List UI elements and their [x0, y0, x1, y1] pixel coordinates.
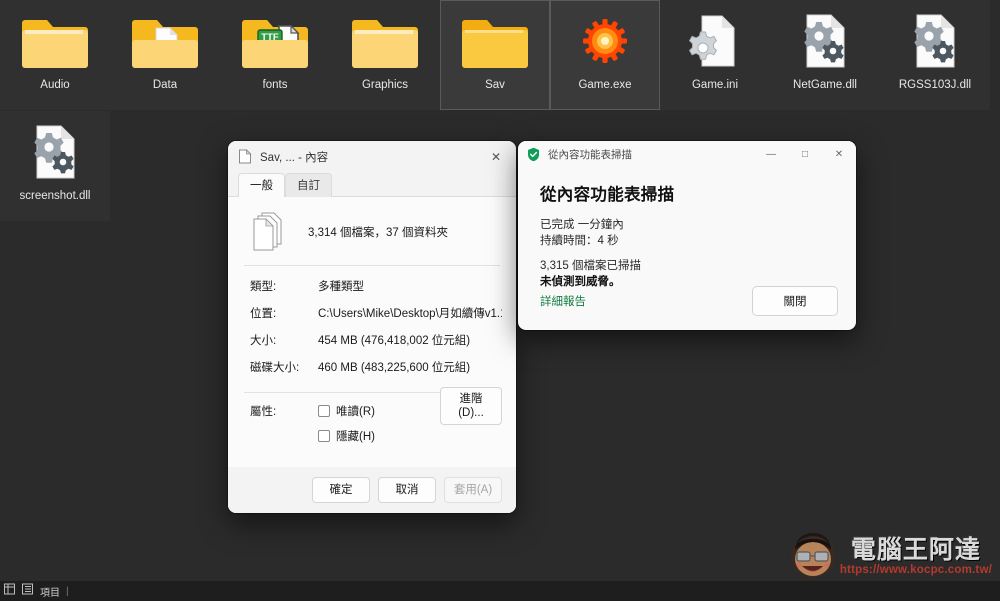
- properties-titlebar[interactable]: Sav, ... - 內容 ✕: [228, 141, 516, 172]
- close-icon[interactable]: ✕: [476, 141, 516, 172]
- scan-status-line: 已完成 一分鐘內: [540, 219, 624, 231]
- desktop-icon-data[interactable]: Data: [110, 0, 220, 110]
- properties-dialog[interactable]: Sav, ... - 內容 ✕ 一般 自訂 3,314 個檔案，37 個資料夾: [228, 141, 516, 513]
- desktop-icon-game-ini[interactable]: Game.ini: [660, 0, 770, 110]
- properties-summary-text: 3,314 個檔案，37 個資料夾: [308, 227, 448, 239]
- checkbox-hidden[interactable]: 隱藏(H): [318, 428, 502, 444]
- desktop-icon-label: fonts: [262, 79, 288, 91]
- folder-icon: [20, 10, 90, 72]
- desktop-icon-rgss103j-dll[interactable]: RGSS103J.dll: [880, 0, 990, 110]
- details-view-icon[interactable]: [4, 582, 16, 600]
- desktop-icon-netgame-dll[interactable]: NetGame.dll: [770, 0, 880, 110]
- watermark-url: https://www.kocpc.com.tw/: [839, 563, 992, 576]
- watermark-text: 電腦王阿達 https://www.kocpc.com.tw/: [840, 536, 992, 577]
- dll-gears-icon: [790, 10, 860, 72]
- desktop-icon-label: screenshot.dll: [19, 190, 91, 202]
- field-type: 類型: 多種類型: [242, 278, 502, 294]
- desktop[interactable]: Audio Data TTF fonts Graphics Sav Game.e…: [0, 0, 1000, 601]
- desktop-icon-game-exe[interactable]: Game.exe: [550, 0, 660, 110]
- scan-duration-line: 持續時間：4 秒: [540, 235, 619, 247]
- minimize-icon[interactable]: —: [754, 141, 788, 167]
- field-label: 類型:: [250, 281, 277, 293]
- document-gear-icon: [680, 10, 750, 72]
- scan-actions: 詳細報告 關閉: [540, 286, 838, 316]
- desktop-icon-graphics[interactable]: Graphics: [330, 0, 440, 110]
- desktop-icon-label: RGSS103J.dll: [898, 79, 972, 91]
- field-label: 磁碟大小:: [250, 362, 300, 374]
- field-size-on-disk: 磁碟大小: 460 MB (483,225,600 位元組): [242, 359, 502, 375]
- maximize-icon[interactable]: □: [788, 141, 822, 167]
- folder-icon: [460, 10, 530, 72]
- folder-icon: [350, 10, 420, 72]
- desktop-icon-label: Game.ini: [691, 79, 739, 91]
- field-location: 位置: C:\Users\Mike\Desktop\月如續傳v1.1\月如續傳 …: [242, 305, 502, 321]
- field-size: 大小: 454 MB (476,418,002 位元組): [242, 332, 502, 348]
- list-view-icon[interactable]: [22, 582, 34, 600]
- tab-custom[interactable]: 自訂: [285, 173, 332, 197]
- properties-title: Sav, ... - 內容: [260, 151, 329, 164]
- checkbox-label: 唯讀(R): [336, 406, 375, 418]
- scan-heading: 從內容功能表掃描: [540, 186, 675, 204]
- checkbox-box[interactable]: [318, 430, 330, 442]
- field-label: 位置:: [250, 308, 277, 320]
- cancel-button[interactable]: 取消: [378, 477, 436, 503]
- scan-body: 從內容功能表掃描 已完成 一分鐘內 持續時間：4 秒 3,315 個檔案已掃描 …: [518, 167, 856, 290]
- dll-gears-icon: [900, 10, 970, 72]
- properties-general-pane: 3,314 個檔案，37 個資料夾 類型: 多種類型 位置: C:\Users\…: [228, 197, 516, 508]
- desktop-icon-label: Data: [152, 79, 178, 91]
- statusbar-items-label: 項目: [40, 587, 60, 599]
- desktop-icon-label: Graphics: [361, 79, 409, 91]
- scan-window-controls: — □ ✕: [754, 141, 856, 167]
- properties-footer: 確定 取消 套用(A): [228, 467, 516, 513]
- ok-button[interactable]: 確定: [312, 477, 370, 503]
- properties-field-list: 類型: 多種類型 位置: C:\Users\Mike\Desktop\月如續傳v…: [242, 266, 502, 392]
- field-value: 454 MB (476,418,002 位元組): [318, 335, 471, 347]
- document-stack-icon: [250, 211, 286, 253]
- close-icon[interactable]: ✕: [822, 141, 856, 167]
- mascot-face-icon: [790, 533, 836, 579]
- scan-dialog[interactable]: 從內容功能表掃描 — □ ✕ 從內容功能表掃描 已完成 一分鐘內 持續時間：4 …: [518, 141, 856, 330]
- shield-icon: [527, 147, 540, 162]
- desktop-icon-label: Game.exe: [578, 79, 632, 91]
- field-value: 460 MB (483,225,600 位元組): [318, 362, 471, 374]
- properties-summary-row: 3,314 個檔案，37 個資料夾: [242, 197, 502, 265]
- desktop-icon-label: NetGame.dll: [793, 79, 857, 91]
- exe-starburst-icon: [570, 10, 640, 72]
- document-icon: [238, 149, 252, 164]
- field-value: C:\Users\Mike\Desktop\月如續傳v1.1\月如續傳 中自: [318, 308, 502, 320]
- dll-gears-icon: [20, 121, 90, 183]
- scan-titlebar[interactable]: 從內容功能表掃描 — □ ✕: [518, 141, 856, 167]
- desktop-icon-label: Audio: [40, 79, 70, 91]
- watermark-title: 電腦王阿達: [850, 535, 981, 564]
- watermark: 電腦王阿達 https://www.kocpc.com.tw/: [790, 533, 992, 579]
- attributes-label: 屬性:: [250, 406, 277, 418]
- properties-tabs[interactable]: 一般 自訂: [228, 172, 516, 197]
- field-value: 多種類型: [318, 281, 364, 293]
- field-label: 大小:: [250, 335, 277, 347]
- desktop-icon-audio[interactable]: Audio: [0, 0, 110, 110]
- checkbox-box[interactable]: [318, 405, 330, 417]
- scan-title: 從內容功能表掃描: [548, 148, 632, 161]
- scan-close-button[interactable]: 關閉: [752, 286, 838, 316]
- folder-ttf-icon: TTF: [240, 10, 310, 72]
- tab-general[interactable]: 一般: [238, 173, 285, 197]
- advanced-button[interactable]: 進階(D)...: [440, 387, 502, 425]
- folder-document-icon: [130, 10, 200, 72]
- statusbar[interactable]: 項目 |: [0, 581, 1000, 601]
- desktop-icon-fonts[interactable]: TTF fonts: [220, 0, 330, 110]
- desktop-icon-sav[interactable]: Sav: [440, 0, 550, 110]
- desktop-icon-label: Sav: [485, 79, 505, 91]
- desktop-icon-screenshot-dll[interactable]: screenshot.dll: [0, 111, 110, 221]
- detail-report-link[interactable]: 詳細報告: [540, 293, 586, 309]
- statusbar-separator: |: [66, 585, 69, 597]
- checkbox-label: 隱藏(H): [336, 431, 375, 443]
- apply-button: 套用(A): [444, 477, 502, 503]
- scan-files-scanned: 3,315 個檔案已掃描: [540, 260, 641, 272]
